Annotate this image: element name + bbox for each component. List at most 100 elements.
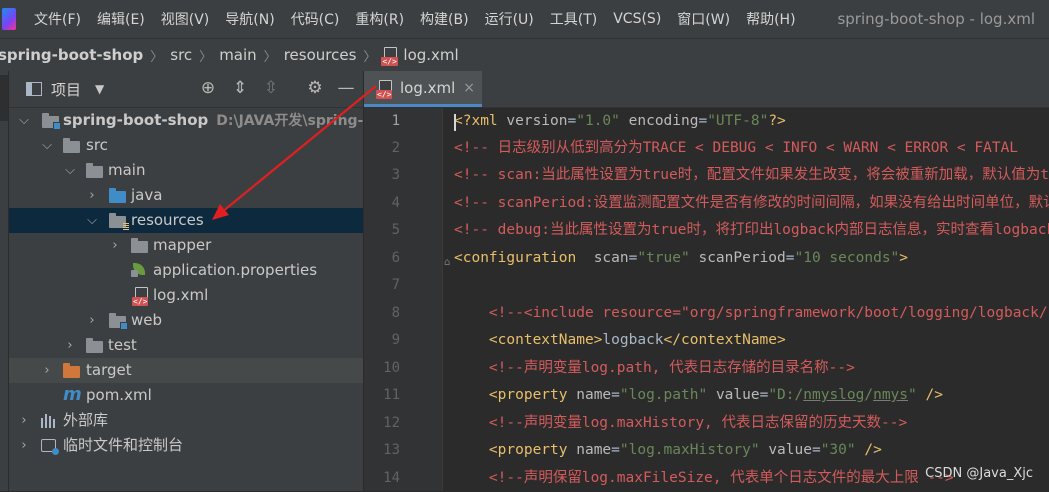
breadcrumb-separator-icon: 〉 (363, 49, 377, 65)
tree-row-test[interactable]: › test (9, 333, 363, 358)
tree-label: 外部库 (63, 411, 109, 429)
attr-value: "D:/ (768, 387, 804, 403)
folder-icon (86, 338, 103, 353)
tag-close: /> (916, 387, 943, 403)
chevron-right-icon[interactable]: › (85, 183, 99, 208)
project-panel-title[interactable]: 项目 (51, 79, 81, 100)
project-tool-window-button[interactable] (0, 75, 8, 121)
menu-vcs[interactable]: VCS(S) (605, 11, 669, 27)
tag-open: <property (488, 442, 577, 458)
tree-row-mapper[interactable]: › mapper (9, 233, 363, 258)
attr-value: "1.0" (576, 113, 620, 129)
attr-value: "10 seconds" (794, 250, 900, 266)
tree-row-src[interactable]: ⌵ src (9, 133, 363, 158)
xml-file-icon (376, 79, 393, 99)
code-line-3: <!-- scan:当此属性设置为true时，配置文件如果发生改变，将会被重新加… (454, 167, 1049, 183)
source-folder-icon (109, 188, 126, 203)
tree-label: log.xml (153, 286, 209, 304)
tree-row-log-xml[interactable]: log.xml (9, 283, 363, 308)
equals: = (611, 442, 620, 458)
tree-label: pom.xml (86, 386, 152, 404)
tree-label: resources (131, 211, 204, 229)
collapse-all-icon[interactable]: ⇳ (261, 78, 281, 98)
menu-help[interactable]: 帮助(H) (738, 9, 803, 29)
view-dropdown-icon[interactable]: ▼ (95, 82, 104, 96)
menu-code[interactable]: 代码(C) (283, 9, 348, 29)
code-line-1: <?xml version="1.0" encoding="UTF-8"?> (454, 108, 786, 135)
line-number: 14 (383, 470, 400, 486)
gear-icon[interactable]: ⚙ (305, 78, 325, 98)
breadcrumb-separator-icon: 〉 (263, 49, 277, 65)
tree-row-java[interactable]: › java (9, 183, 363, 208)
expand-all-icon[interactable]: ⇕ (230, 78, 250, 98)
menu-tools[interactable]: 工具(T) (542, 9, 605, 29)
tree-row-main[interactable]: ⌵ main (9, 158, 363, 183)
chevron-right-icon[interactable]: › (85, 308, 99, 333)
chevron-down-icon[interactable]: ⌵ (85, 208, 99, 233)
equals: = (611, 387, 620, 403)
chevron-down-icon[interactable]: ⌵ (63, 158, 77, 183)
tree-label: target (86, 361, 132, 379)
equals: = (698, 113, 708, 129)
tree-row-application-properties[interactable]: application.properties (9, 258, 363, 283)
tree-row-pom-xml[interactable]: m pom.xml (9, 383, 363, 408)
attr-name: value (715, 387, 760, 403)
menu-window[interactable]: 窗口(W) (669, 9, 738, 29)
line-number: 10 (383, 360, 400, 376)
tree-row-scratches[interactable]: › 临时文件和控制台 (9, 433, 363, 458)
menu-edit[interactable]: 编辑(E) (89, 9, 153, 29)
tree-row-web[interactable]: › web (9, 308, 363, 333)
menu-view[interactable]: 视图(V) (153, 9, 218, 29)
chevron-down-icon[interactable]: ⌵ (17, 108, 31, 133)
code-line-4: <!-- scanPeriod:设置监测配置文件是否有修改的时间间隔，如果没有给… (454, 195, 1049, 211)
project-tree: ⌵ spring-boot-shop D:\JAVA开发\spring-bo ⌵ … (9, 108, 363, 458)
hide-panel-icon[interactable]: — (336, 78, 356, 98)
tree-row-spring-boot-shop[interactable]: ⌵ spring-boot-shop D:\JAVA开发\spring-bo (9, 108, 363, 133)
menu-build[interactable]: 构建(B) (412, 9, 477, 29)
menu-file[interactable]: 文件(F) (26, 9, 89, 29)
breadcrumb-src[interactable]: src (170, 46, 192, 64)
breadcrumb-project[interactable]: spring-boot-shop (0, 46, 143, 64)
breadcrumb-main[interactable]: main (219, 46, 256, 64)
attr-value-typo: nmys (873, 387, 909, 403)
chevron-right-icon[interactable]: › (17, 408, 31, 433)
menu-refactor[interactable]: 重构(R) (347, 9, 412, 29)
tab-log-xml[interactable]: log.xml × (364, 71, 482, 107)
tree-row-resources[interactable]: ⌵ resources (9, 208, 363, 233)
chevron-right-icon[interactable]: › (108, 233, 122, 258)
line-number: 11 (383, 387, 400, 403)
attr-name: version (506, 113, 568, 129)
tree-row-target[interactable]: › target (9, 358, 363, 383)
code-area[interactable]: <?xml version="1.0" encoding="UTF-8"?> <… (454, 108, 1049, 491)
project-toolbar: 项目 ▼ ⊕ ⇕ ⇳ ⚙ — (9, 71, 363, 108)
equals: = (785, 250, 795, 266)
tree-label: java (131, 186, 163, 204)
tree-label: src (86, 136, 108, 154)
attr-value: "UTF-8" (707, 113, 769, 129)
menu-navigate[interactable]: 导航(N) (217, 9, 282, 29)
editor: log.xml × 1 2 3 4 5 6 7 8 9 10 11 12 13 … (364, 71, 1049, 491)
tab-label: log.xml (400, 78, 456, 97)
chevron-right-icon[interactable]: › (40, 358, 54, 383)
excluded-folder-icon (63, 363, 80, 378)
libraries-icon (41, 414, 55, 428)
line-number: 12 (383, 415, 400, 431)
tree-row-external-libraries[interactable]: › 外部库 (9, 408, 363, 433)
chevron-right-icon[interactable]: › (17, 433, 31, 458)
chevron-down-icon[interactable]: ⌵ (40, 133, 54, 158)
xml-file-icon (132, 287, 149, 306)
close-icon[interactable]: × (463, 80, 475, 96)
tree-path: D:\JAVA开发\spring-bo (216, 113, 363, 129)
fold-marker-icon[interactable]: ⌂ (444, 257, 450, 268)
breadcrumb-log-xml[interactable]: log.xml (403, 46, 458, 64)
code-line-5: <!-- debug:当此属性设置为true时，将打印出logback内部日志信… (454, 222, 1049, 238)
breadcrumb-resources[interactable]: resources (284, 46, 357, 64)
attr-value: "log.path" (619, 387, 708, 403)
menu-run[interactable]: 运行(U) (477, 9, 542, 29)
locate-target-icon[interactable]: ⊕ (198, 78, 218, 98)
chevron-right-icon[interactable]: › (63, 333, 77, 358)
folder-icon (131, 238, 148, 253)
